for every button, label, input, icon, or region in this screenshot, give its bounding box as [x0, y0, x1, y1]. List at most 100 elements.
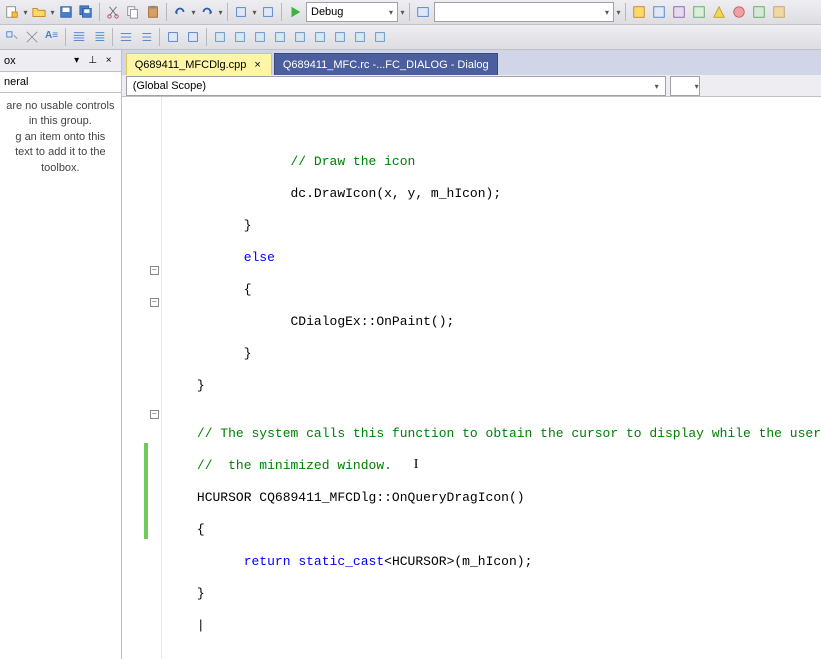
code-line: } — [166, 218, 252, 233]
tab-label: Q689411_MFCDlg.cpp — [135, 59, 247, 71]
config-value: Debug — [311, 6, 343, 18]
tools-button[interactable] — [750, 3, 768, 21]
extensions-button[interactable] — [770, 3, 788, 21]
code-line: // Draw the icon — [166, 154, 416, 169]
code-line: // the minimized window. — [166, 458, 392, 473]
toolbox-panel: ox ▾ ⊥ × neral are no usable controls in… — [0, 50, 122, 659]
paste-button[interactable] — [144, 3, 162, 21]
solution-explorer-button[interactable] — [630, 3, 648, 21]
code-line: { — [166, 522, 205, 537]
chevron-down-icon: ▾ — [695, 82, 699, 91]
separator — [281, 3, 282, 21]
scope-combo[interactable]: (Global Scope) ▾ — [126, 76, 666, 96]
code-line: // The system calls this function to obt… — [166, 426, 821, 441]
cut-button[interactable] — [104, 3, 122, 21]
gutter[interactable]: − − − — [122, 97, 162, 659]
new-project-dropdown[interactable]: ▾ — [23, 3, 28, 21]
tab-inactive[interactable]: Q689411_MFC.rc -...FC_DIALOG - Dialog — [274, 53, 498, 75]
empty-text-3: toolbox. — [6, 161, 115, 176]
separator — [159, 28, 160, 46]
properties-button[interactable] — [650, 3, 668, 21]
error-list-button[interactable] — [710, 3, 728, 21]
redo-dropdown[interactable]: ▾ — [218, 3, 223, 21]
toolbox-body: are no usable controls in this group. g … — [0, 93, 121, 659]
code-line: } — [166, 378, 205, 393]
code-line: } — [166, 586, 205, 601]
nav-backward-button[interactable] — [232, 3, 250, 21]
separator — [99, 3, 100, 21]
open-file-button[interactable] — [30, 3, 48, 21]
fold-toggle[interactable]: − — [150, 266, 159, 275]
toolbox-section-general[interactable]: neral — [0, 72, 121, 93]
undo-dropdown[interactable]: ▾ — [191, 3, 196, 21]
tb-btn-c[interactable] — [251, 28, 269, 46]
separator — [227, 3, 228, 21]
undo-button[interactable] — [171, 3, 189, 21]
comment-button[interactable] — [117, 28, 135, 46]
navigation-bar: (Global Scope) ▾ ▾ — [122, 75, 821, 97]
start-debug-button[interactable] — [286, 3, 304, 21]
section-label: neral — [4, 76, 28, 88]
tb-btn-h[interactable] — [351, 28, 369, 46]
tab-active[interactable]: Q689411_MFCDlg.cpp × — [126, 53, 272, 75]
toolbox-button[interactable] — [670, 3, 688, 21]
member-list-button[interactable] — [3, 28, 21, 46]
param-info-button[interactable]: A≡ — [43, 28, 61, 46]
tb-btn-i[interactable] — [371, 28, 389, 46]
separator — [65, 28, 66, 46]
chevron-down-icon: ▾ — [655, 82, 659, 91]
code-line: } — [166, 346, 252, 361]
bookmark-button[interactable] — [164, 28, 182, 46]
code-line: | — [166, 618, 205, 633]
platform-combo[interactable]: ▾ — [434, 2, 614, 22]
output-button[interactable] — [730, 3, 748, 21]
separator — [166, 3, 167, 21]
tb-btn-e[interactable] — [291, 28, 309, 46]
tb-btn-d[interactable] — [271, 28, 289, 46]
config-combo[interactable]: Debug ▾ — [306, 2, 398, 22]
config-dropdown[interactable]: ▾ — [400, 3, 405, 21]
code-editor[interactable]: − − − // Draw the icon dc.DrawIcon(x, y,… — [122, 97, 821, 659]
code-line: HCURSOR CQ689411_MFCDlg::OnQueryDragIcon… — [166, 490, 525, 505]
find-button[interactable] — [414, 3, 432, 21]
pin-icon[interactable]: ⊥ — [85, 53, 101, 69]
uncomment-button[interactable] — [137, 28, 155, 46]
tb-btn-a[interactable] — [211, 28, 229, 46]
scope-value: (Global Scope) — [133, 80, 206, 92]
quick-info-button[interactable] — [23, 28, 41, 46]
code-body[interactable]: // Draw the icon dc.DrawIcon(x, y, m_hIc… — [162, 97, 821, 659]
nav-forward-button[interactable] — [259, 3, 277, 21]
increase-indent-button[interactable] — [90, 28, 108, 46]
chevron-down-icon: ▾ — [605, 8, 609, 17]
document-tab-bar: Q689411_MFCDlg.cpp × Q689411_MFC.rc -...… — [122, 50, 821, 75]
save-button[interactable] — [57, 3, 75, 21]
redo-button[interactable] — [198, 3, 216, 21]
decrease-indent-button[interactable] — [70, 28, 88, 46]
toolbar-text-editor: A≡ — [0, 25, 821, 50]
save-all-button[interactable] — [77, 3, 95, 21]
toolbox-title: ox — [4, 55, 16, 67]
editor-area: Q689411_MFCDlg.cpp × Q689411_MFC.rc -...… — [122, 50, 821, 659]
fold-toggle[interactable]: − — [150, 298, 159, 307]
chevron-down-icon: ▾ — [389, 8, 393, 17]
separator — [409, 3, 410, 21]
new-project-button[interactable] — [3, 3, 21, 21]
tab-close-icon[interactable]: × — [252, 59, 262, 71]
copy-button[interactable] — [124, 3, 142, 21]
tab-label: Q689411_MFC.rc -...FC_DIALOG - Dialog — [283, 59, 489, 71]
platform-dropdown[interactable]: ▾ — [616, 3, 621, 21]
open-file-dropdown[interactable]: ▾ — [50, 3, 55, 21]
separator — [112, 28, 113, 46]
empty-text-2: g an item onto this text to add it to th… — [6, 130, 115, 161]
member-combo[interactable]: ▾ — [670, 76, 700, 96]
fold-toggle[interactable]: − — [150, 410, 159, 419]
tb-btn-g[interactable] — [331, 28, 349, 46]
tb-btn-b[interactable] — [231, 28, 249, 46]
class-view-button[interactable] — [690, 3, 708, 21]
window-menu-icon[interactable]: ▾ — [69, 53, 85, 69]
bookmark-prev-button[interactable] — [184, 28, 202, 46]
close-icon[interactable]: × — [101, 53, 117, 69]
tb-btn-f[interactable] — [311, 28, 329, 46]
code-line: dc.DrawIcon(x, y, m_hIcon); — [166, 186, 501, 201]
nav-backward-dropdown[interactable]: ▾ — [252, 3, 257, 21]
